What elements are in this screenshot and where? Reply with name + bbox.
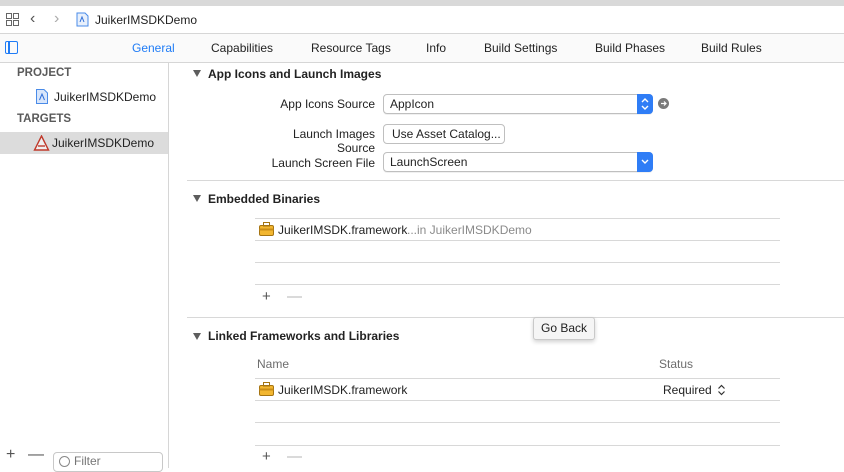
general-settings-pane: App Icons and Launch Images App Icons So… [169,63,844,468]
app-icons-source-popup[interactable]: AppIcon [383,94,653,114]
section-disclosure-icon[interactable] [193,333,201,340]
tab-resource-tags[interactable]: Resource Tags [311,41,391,55]
chevron-down-icon [637,152,653,172]
table-row-divider [255,262,780,263]
popup-value: LaunchScreen [390,155,468,169]
button-label: Use Asset Catalog... [392,127,501,141]
sidebar-item-target[interactable]: JuikerIMSDKDemo [0,132,168,154]
section-divider [187,180,844,181]
remove-linked-framework-button[interactable]: — [287,448,302,465]
filter-field[interactable] [53,452,163,472]
table-row-divider [255,400,780,401]
sidebar-bottom-bar: + — [0,446,168,472]
jump-bar: ‹ › JuikerIMSDKDemo [0,6,844,34]
app-target-icon [33,135,50,151]
section-title-embedded-binaries: Embedded Binaries [208,192,321,206]
sidebar-item-label: JuikerIMSDKDemo [54,90,157,104]
section-title-linked-frameworks: Linked Frameworks and Libraries [208,329,400,343]
project-header: PROJECT [17,67,72,79]
embedded-framework-name: JuikerIMSDK.framework [278,223,408,237]
status-value: Required [663,383,712,397]
back-icon[interactable]: ‹ [30,10,35,28]
project-sidebar: PROJECT JuikerIMSDKDemo TARGETS JuikerIM… [0,63,169,472]
embedded-framework-location: ...in JuikerIMSDKDemo [407,223,532,237]
launch-screen-file-popup[interactable]: LaunchScreen [383,152,653,172]
remove-embedded-binary-button[interactable]: — [287,288,302,305]
project-file-icon [76,12,89,27]
up-down-chevron-icon [718,384,725,396]
targets-header: TARGETS [17,113,72,125]
grid-icon[interactable] [6,13,19,26]
tab-build-phases[interactable]: Build Phases [595,41,665,55]
section-divider [187,317,844,318]
framework-icon [259,222,274,236]
section-disclosure-icon[interactable] [193,195,201,202]
add-embedded-binary-button[interactable]: + [262,288,271,305]
app-icons-source-label: App Icons Source [280,97,375,111]
tab-info[interactable]: Info [426,41,446,55]
filter-input[interactable] [74,454,158,468]
add-target-button[interactable]: + [6,446,15,464]
add-linked-framework-button[interactable]: + [262,448,271,465]
tab-build-rules[interactable]: Build Rules [701,41,762,55]
forward-icon[interactable]: › [54,10,59,28]
framework-icon [259,382,274,396]
go-back-tooltip: Go Back [533,317,596,340]
popup-value: AppIcon [390,97,435,111]
launch-images-source-label: Launch Images Source [292,127,375,155]
tab-general[interactable]: General [132,41,175,55]
table-border [255,284,780,285]
breadcrumb[interactable]: JuikerIMSDKDemo [95,13,197,27]
launch-screen-file-label: Launch Screen File [271,156,375,170]
linked-framework-name: JuikerIMSDK.framework [278,383,408,397]
tab-capabilities[interactable]: Capabilities [211,41,273,55]
sidebar-toggle-icon[interactable] [5,41,18,54]
column-header-status[interactable]: Status [659,357,693,371]
sidebar-item-project[interactable]: JuikerIMSDKDemo [0,86,168,108]
project-file-icon [36,89,48,104]
tab-build-settings[interactable]: Build Settings [484,41,557,55]
status-popup[interactable]: Required [663,383,726,397]
table-row-divider [255,240,780,241]
remove-target-button[interactable]: — [28,446,44,464]
popup-stepper-icon [637,94,653,114]
go-to-asset-icon[interactable] [658,98,669,109]
filter-icon [59,456,70,467]
use-asset-catalog-button[interactable]: Use Asset Catalog... [383,124,505,144]
table-border [255,445,780,446]
sidebar-item-label: JuikerIMSDKDemo [52,136,155,150]
table-row[interactable]: JuikerIMSDK.framework ...in JuikerIMSDKD… [255,219,780,240]
section-title-app-icons: App Icons and Launch Images [208,67,382,81]
section-disclosure-icon[interactable] [193,70,201,77]
editor-tab-bar: General Capabilities Resource Tags Info … [0,34,844,63]
table-row-divider [255,422,780,423]
column-header-name[interactable]: Name [257,357,289,371]
table-row[interactable]: JuikerIMSDK.framework Required [255,379,780,400]
